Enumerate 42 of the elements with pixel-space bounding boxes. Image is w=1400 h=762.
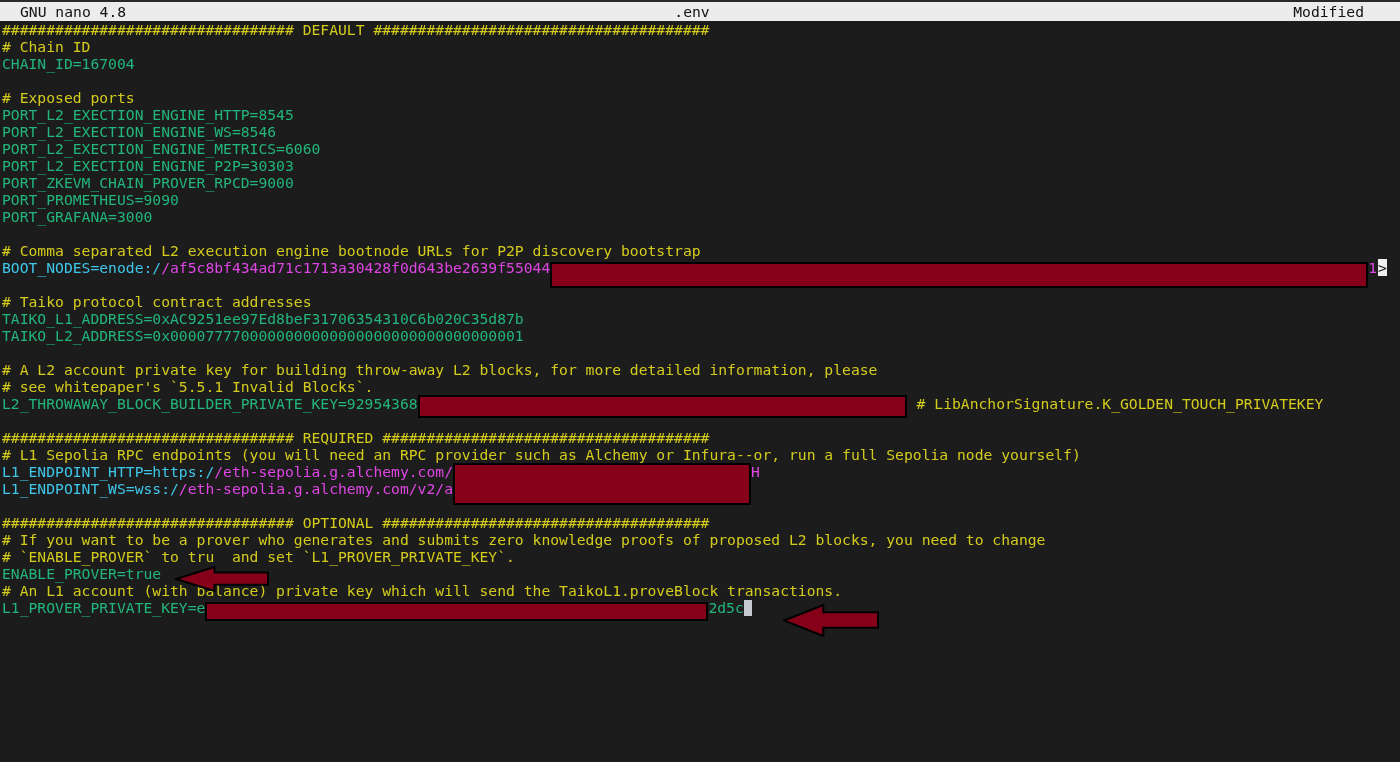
comment-text: # Taiko protocol contract addresses [2, 293, 312, 310]
setting-text: PORT_L2_EXECTION_ENGINE_WS=8546 [2, 123, 277, 140]
setting-text: BOOT_NODES=enode:/ [2, 259, 162, 276]
file-name: .env [674, 3, 710, 20]
setting-text: CHAIN_ID=167004 [2, 55, 135, 72]
comment-text: # Chain ID [2, 38, 91, 55]
setting-text: L1_ENDPOINT_WS=wss:/ [2, 480, 179, 497]
comment-text: ################################# OPTIONAL ##################################### [2, 514, 710, 531]
setting-text: PORT_ZKEVM_CHAIN_PROVER_RPCD=9000 [2, 174, 294, 191]
comment-text: and set `L1_PROVER_PRIVATE_KEY`. [231, 548, 515, 565]
comment-text: ################################# REQUIRED ##################################### [2, 429, 710, 446]
url-text: /eth-sepolia.g.alchemy.com/v2/a [178, 480, 453, 497]
setting-text: TAIKO_L1_ADDRESS=0xAC9251ee97Ed8beF31706354310C6b020C35d87b [2, 310, 524, 327]
setting-text: L2_THROWAWAY_BLOCK_BUILDER_PRIVATE_KEY=92954368 [2, 395, 418, 412]
comment-text: # `ENABLE_PROVER` to tru [2, 548, 215, 565]
comment-text: # L1 Sepolia RPC endpoints (you will need an RPC provider such as Alchemy or Infura--or, run a full Sepolia node yourself) [2, 446, 1081, 463]
url-text: H [751, 463, 760, 480]
setting-text: PORT_L2_EXECTION_ENGINE_HTTP=8545 [2, 106, 294, 123]
overflow-marker: > [1378, 259, 1387, 276]
setting-text: L1_PROVER_PRIVATE_KEY=e [2, 599, 206, 616]
comment-text: # LibAnchorSignature.K_GOLDEN_TOUCH_PRIVATEKEY [916, 395, 1324, 412]
comment-text: # A L2 account private key for building throw-away L2 blocks, for more detailed information, please [2, 361, 878, 378]
app-version: GNU nano 4.8 [20, 3, 127, 20]
comment-text: # If you want to be a prover who generates and submits zero knowledge proofs of proposed L2 blocks, you need to change [2, 531, 1046, 548]
setting-text: TAIKO_L2_ADDRESS=0x0000777700000000000000000000000000000001 [2, 327, 524, 344]
setting-text: PORT_GRAFANA=3000 [2, 208, 153, 225]
setting-text: 2d5c [708, 599, 744, 616]
comment-text: # Exposed ports [2, 89, 135, 106]
setting-text: L1_ENDPOINT_HTTP=https:/ [2, 463, 215, 480]
setting-text: PORT_L2_EXECTION_ENGINE_P2P=30303 [2, 157, 294, 174]
modified-status: Modified [1293, 3, 1364, 20]
comment-text: # Comma separated L2 execution engine bootnode URLs for P2P discovery bootstrap [2, 242, 701, 259]
url-text: /af5c8bf434ad71c1713a30428f0d643be2639f55044 [161, 259, 551, 276]
comment-text: # see whitepaper's `5.5.1 Invalid Blocks`. [2, 378, 374, 395]
text-cursor [743, 600, 752, 616]
setting-text: ENABLE_PROVER=true [2, 565, 162, 582]
comment-text: # An L1 account (with balance) private key which will send the TaikoL1.proveBlock transactions. [2, 582, 843, 599]
comment-text: ################################# DEFAULT ###################################### [2, 21, 710, 38]
setting-text: PORT_PROMETHEUS=9090 [2, 191, 179, 208]
setting-text: PORT_L2_EXECTION_ENGINE_METRICS=6060 [2, 140, 321, 157]
url-text: /eth-sepolia.g.alchemy.com/ [214, 463, 453, 480]
url-text: 1 [1368, 259, 1378, 276]
